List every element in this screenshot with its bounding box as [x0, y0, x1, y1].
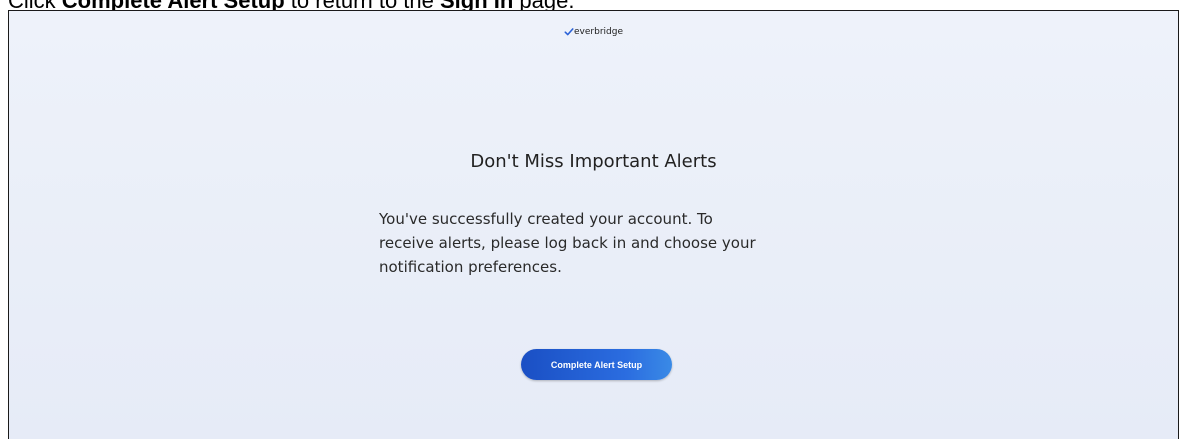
- page-title: Don't Miss Important Alerts: [470, 151, 717, 172]
- everbridge-logo: everbridge: [564, 27, 623, 37]
- checkmark-icon: [564, 28, 574, 36]
- message-line: receive alerts, please log back in and c…: [379, 234, 756, 252]
- confirmation-message: You've successfully created your account…: [379, 207, 839, 279]
- brand-name: everbridge: [574, 27, 623, 37]
- complete-alert-setup-button[interactable]: Complete Alert Setup: [521, 349, 672, 380]
- screenshot-frame: everbridge Don't Miss Important Alerts Y…: [8, 10, 1179, 439]
- message-line: notification preferences.: [379, 258, 562, 276]
- message-line: You've successfully created your account…: [379, 210, 713, 228]
